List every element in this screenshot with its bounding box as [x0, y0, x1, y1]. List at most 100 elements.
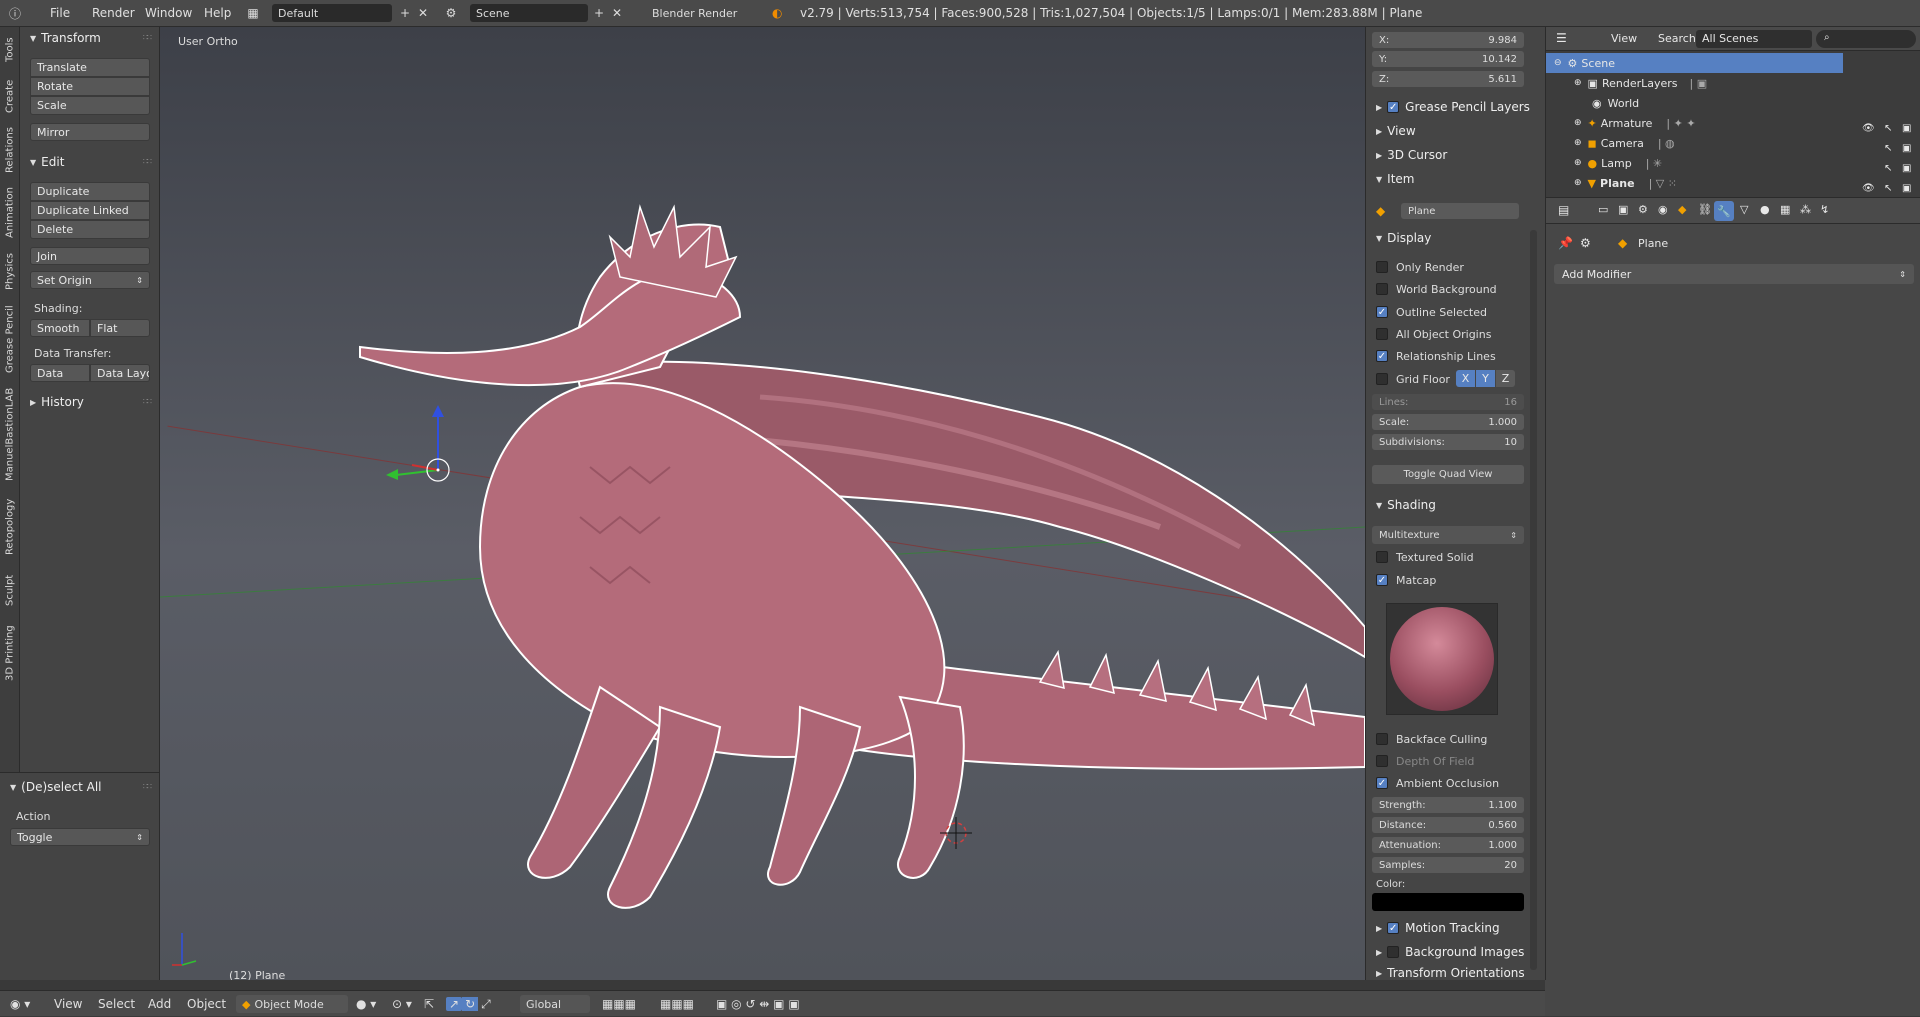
outliner-item-scene[interactable]: ⊖ ⚙ Scene — [1546, 53, 1843, 73]
menu-file[interactable]: File — [50, 0, 70, 26]
render-engine-select[interactable]: Blender Render — [646, 4, 756, 22]
grease-pencil-panel-header[interactable]: ▶ ✓ Grease Pencil Layers — [1370, 97, 1530, 117]
grip-icon[interactable]: ∷∷ — [143, 782, 152, 791]
outliner-search-menu[interactable]: Search — [1658, 32, 1696, 45]
menu-window[interactable]: Window — [145, 0, 192, 26]
layers-grid-1-icon[interactable]: ▦▦▦ — [602, 991, 636, 1017]
redo-panel-header[interactable]: ▼ (De)select All — [0, 777, 140, 797]
tab-relations[interactable]: Relations — [2, 123, 18, 177]
scene-icon[interactable]: ⚙ — [442, 0, 460, 26]
item-panel-header[interactable]: ▼ Item — [1370, 169, 1530, 189]
scene-field[interactable]: Scene — [470, 4, 588, 22]
outliner-filter-select[interactable]: All Scenes — [1696, 30, 1812, 48]
tab-retopology[interactable]: Retopology — [2, 491, 18, 563]
display-panel-header[interactable]: ▼ Display — [1370, 228, 1530, 248]
matcap-preview[interactable] — [1386, 603, 1498, 715]
grid-axis-x-toggle[interactable]: X — [1456, 370, 1475, 387]
mode-select[interactable]: ◆ Object Mode — [236, 995, 348, 1013]
view-panel-header[interactable]: ▶ View — [1370, 121, 1530, 141]
tab-sculpt[interactable]: Sculpt — [2, 569, 18, 611]
layout-icon[interactable]: ▦ — [244, 0, 262, 26]
selectable-arrow-icon[interactable]: ↖ — [1884, 163, 1892, 174]
grip-icon[interactable]: ∷∷ — [143, 157, 152, 166]
action-select[interactable]: Toggle ⇕ — [10, 828, 150, 846]
tab-animation[interactable]: Animation — [2, 183, 18, 243]
selectable-arrow-icon[interactable]: ↖ — [1884, 183, 1892, 194]
visibility-eye-icon[interactable]: 👁 — [1862, 183, 1875, 194]
selectable-arrow-icon[interactable]: ↖ — [1884, 123, 1892, 134]
shading-panel-header[interactable]: ▼ Shading — [1370, 495, 1530, 515]
grid-axis-z-toggle[interactable]: Z — [1496, 370, 1515, 387]
depth-of-field-checkbox[interactable]: Depth Of Field — [1376, 753, 1474, 769]
grid-lines-field[interactable]: Lines: 16 — [1372, 394, 1524, 410]
info-icon[interactable]: ⓘ — [6, 0, 24, 26]
render-camera-icon[interactable]: ▣ — [1902, 163, 1911, 174]
translate-manipulator-icon[interactable]: ↗ — [446, 997, 463, 1011]
grid-floor-checkbox[interactable]: Grid Floor — [1376, 371, 1450, 387]
outliner-editor-icon[interactable]: ☰ — [1556, 31, 1567, 45]
menu-view[interactable]: View — [54, 991, 82, 1017]
properties-editor-icon[interactable]: ▤ — [1558, 203, 1569, 217]
scene-tab-icon[interactable]: ⚙ — [1638, 203, 1648, 216]
all-object-origins-checkbox[interactable]: All Object Origins — [1376, 326, 1491, 342]
menu-render[interactable]: Render — [92, 0, 135, 26]
relationship-lines-checkbox[interactable]: ✓ Relationship Lines — [1376, 348, 1496, 364]
grip-icon[interactable]: ∷∷ — [143, 397, 152, 406]
matcap-checkbox[interactable]: ✓ Matcap — [1376, 572, 1436, 588]
renderlayers-tab-icon[interactable]: ▣ — [1618, 203, 1628, 216]
location-z-field[interactable]: Z: 5.611 — [1372, 71, 1524, 87]
3d-cursor-panel-header[interactable]: ▶ 3D Cursor — [1370, 145, 1530, 165]
grid-axis-y-toggle[interactable]: Y — [1476, 370, 1495, 387]
grid-subdivisions-field[interactable]: Subdivisions: 10 — [1372, 434, 1524, 450]
flat-button[interactable]: Flat — [90, 319, 150, 337]
location-x-field[interactable]: X: 9.984 — [1372, 32, 1524, 48]
data-tab-icon[interactable]: ▽ — [1740, 203, 1748, 216]
manipulator-toggle-icon[interactable]: ⇱ — [424, 991, 434, 1017]
transform-panel-header[interactable]: ▼ Transform — [20, 28, 160, 48]
mirror-button[interactable]: Mirror — [30, 123, 150, 141]
object-tab-icon[interactable]: ◆ — [1678, 203, 1686, 216]
ao-distance-field[interactable]: Distance: 0.560 — [1372, 817, 1524, 833]
tab-physics[interactable]: Physics — [2, 249, 18, 295]
translate-button[interactable]: Translate — [30, 58, 150, 77]
3d-viewport[interactable]: User Ortho (12) Plane — [160, 27, 1365, 980]
physics-tab-icon[interactable]: ↯ — [1820, 203, 1829, 216]
menu-add[interactable]: Add — [148, 991, 171, 1017]
rotate-manipulator-icon[interactable]: ↻ — [462, 997, 479, 1011]
data-button[interactable]: Data — [30, 364, 90, 382]
only-render-checkbox[interactable]: Only Render — [1376, 259, 1464, 275]
visibility-eye-icon[interactable]: 👁 — [1862, 123, 1875, 134]
material-tab-icon[interactable]: ● — [1760, 203, 1770, 216]
constraints-tab-icon[interactable]: ⛓ — [1698, 203, 1712, 216]
transform-orientations-panel-header[interactable]: ▶ Transform Orientations — [1370, 966, 1530, 980]
menu-object[interactable]: Object — [187, 991, 226, 1017]
ao-strength-field[interactable]: Strength: 1.100 — [1372, 797, 1524, 813]
viewport-shading-icon[interactable]: ● ▾ — [356, 991, 376, 1017]
layout-close-icon[interactable]: ✕ — [414, 0, 432, 26]
tab-tools[interactable]: Tools — [2, 31, 18, 69]
history-panel-header[interactable]: ▶ History — [20, 392, 160, 412]
motion-tracking-panel-header[interactable]: ▶ ✓ Motion Tracking — [1370, 918, 1530, 938]
scene-close-icon[interactable]: ✕ — [608, 0, 626, 26]
dragon-model[interactable] — [359, 204, 1365, 909]
textured-solid-checkbox[interactable]: Textured Solid — [1376, 549, 1474, 565]
outline-selected-checkbox[interactable]: ✓ Outline Selected — [1376, 304, 1487, 320]
location-y-field[interactable]: Y: 10.142 — [1372, 51, 1524, 67]
layers-grid-2-icon[interactable]: ▦▦▦ — [660, 991, 694, 1017]
set-origin-select[interactable]: Set Origin ⇕ — [30, 271, 150, 289]
grid-scale-field[interactable]: Scale: 1.000 — [1372, 414, 1524, 430]
duplicate-button[interactable]: Duplicate — [30, 182, 150, 201]
world-background-checkbox[interactable]: World Background — [1376, 281, 1497, 297]
particles-tab-icon[interactable]: ⁂ — [1800, 203, 1811, 216]
smooth-button[interactable]: Smooth — [30, 319, 90, 337]
ao-attenuation-field[interactable]: Attenuation: 1.000 — [1372, 837, 1524, 853]
modifiers-tab-icon[interactable]: 🔧 — [1714, 201, 1734, 221]
render-tab-icon[interactable]: ▭ — [1598, 203, 1608, 216]
toggle-quad-view-button[interactable]: Toggle Quad View — [1372, 465, 1524, 484]
scene-add-icon[interactable]: + — [590, 0, 608, 26]
render-camera-icon[interactable]: ▣ — [1902, 183, 1911, 194]
outliner-view-menu[interactable]: View — [1611, 32, 1637, 45]
layout-add-icon[interactable]: + — [396, 0, 414, 26]
tab-manuelbastionlab[interactable]: ManuelBastionLAB — [2, 383, 18, 485]
grip-icon[interactable]: ∷∷ — [143, 33, 152, 42]
